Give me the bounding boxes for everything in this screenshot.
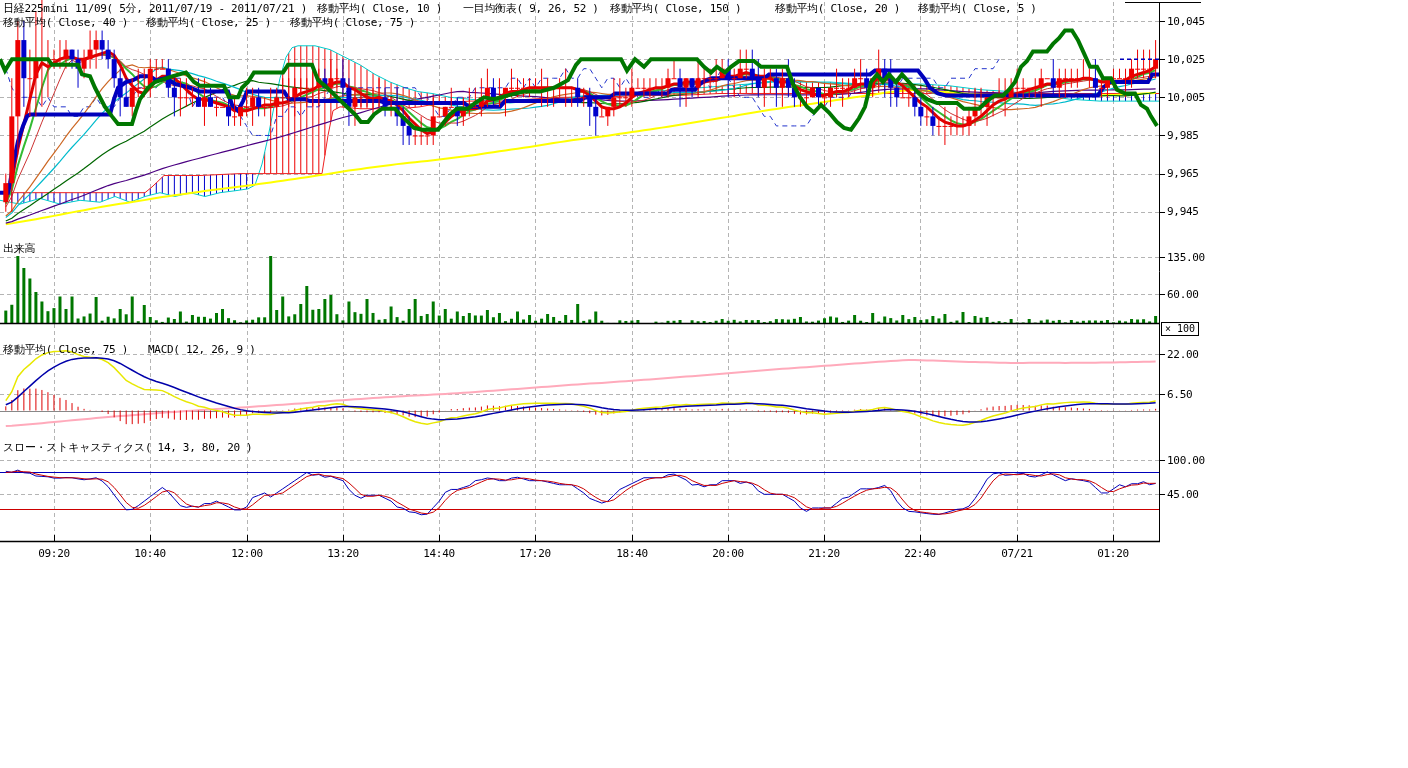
price-tick-3: 9,985 <box>1167 129 1199 142</box>
volume-pane-label: 出来高 <box>3 242 35 255</box>
time-tick-8: 21:20 <box>808 547 840 560</box>
time-tick-4: 14:40 <box>423 547 455 560</box>
price-tick-4: 9,965 <box>1167 167 1199 180</box>
legend-ichimoku: 一目均衡表( 9, 26, 52 ) <box>463 2 599 15</box>
stoch-pane-label: スロー・ストキャスティクス( 14, 3, 80, 20 ) <box>3 441 252 454</box>
price-tick-0: 10,045 <box>1167 15 1205 28</box>
volume-multiplier-badge: × 100 <box>1161 322 1199 336</box>
stoch-tick-0: 100.00 <box>1167 454 1205 467</box>
time-tick-10: 07/21 <box>1001 547 1033 560</box>
macd-pane-label: MACD( 12, 26, 9 ) <box>148 343 255 356</box>
legend-ma75: 移動平均( Close, 75 ) <box>290 16 415 29</box>
volume-tick-1: 60.00 <box>1167 288 1199 301</box>
time-tick-5: 17:20 <box>519 547 551 560</box>
price-tick-2: 10,005 <box>1167 91 1205 104</box>
time-tick-0: 09:20 <box>38 547 70 560</box>
legend-ma10: 移動平均( Close, 10 ) <box>317 2 442 15</box>
price-tick-5: 9,945 <box>1167 205 1199 218</box>
volume-tick-0: 135.00 <box>1167 251 1205 264</box>
time-tick-1: 10:40 <box>134 547 166 560</box>
legend-ma5: 移動平均( Close, 5 ) <box>918 2 1037 15</box>
time-tick-6: 18:40 <box>616 547 648 560</box>
macd-tick-1: 6.50 <box>1167 388 1192 401</box>
time-tick-2: 12:00 <box>231 547 263 560</box>
chart-title: 日経225mini 11/09( 5分, 2011/07/19 - 2011/0… <box>3 2 307 15</box>
legend-ma150: 移動平均( Close, 150 ) <box>610 2 741 15</box>
time-tick-11: 01:20 <box>1097 547 1129 560</box>
macd-ma-label: 移動平均( Close, 75 ) <box>3 343 128 356</box>
legend-ma40: 移動平均( Close, 40 ) <box>3 16 128 29</box>
price-tick-1: 10,025 <box>1167 53 1205 66</box>
time-tick-9: 22:40 <box>904 547 936 560</box>
legend-ma25: 移動平均( Close, 25 ) <box>146 16 271 29</box>
chart-window: 日経225mini 11/09( 5分, 2011/07/19 - 2011/0… <box>0 0 1408 768</box>
time-tick-7: 20:00 <box>712 547 744 560</box>
time-tick-3: 13:20 <box>327 547 359 560</box>
legend-ma20: 移動平均( Close, 20 ) <box>775 2 900 15</box>
macd-tick-0: 22.00 <box>1167 348 1199 361</box>
stoch-tick-1: 45.00 <box>1167 488 1199 501</box>
price-chart-canvas[interactable] <box>0 0 1408 768</box>
